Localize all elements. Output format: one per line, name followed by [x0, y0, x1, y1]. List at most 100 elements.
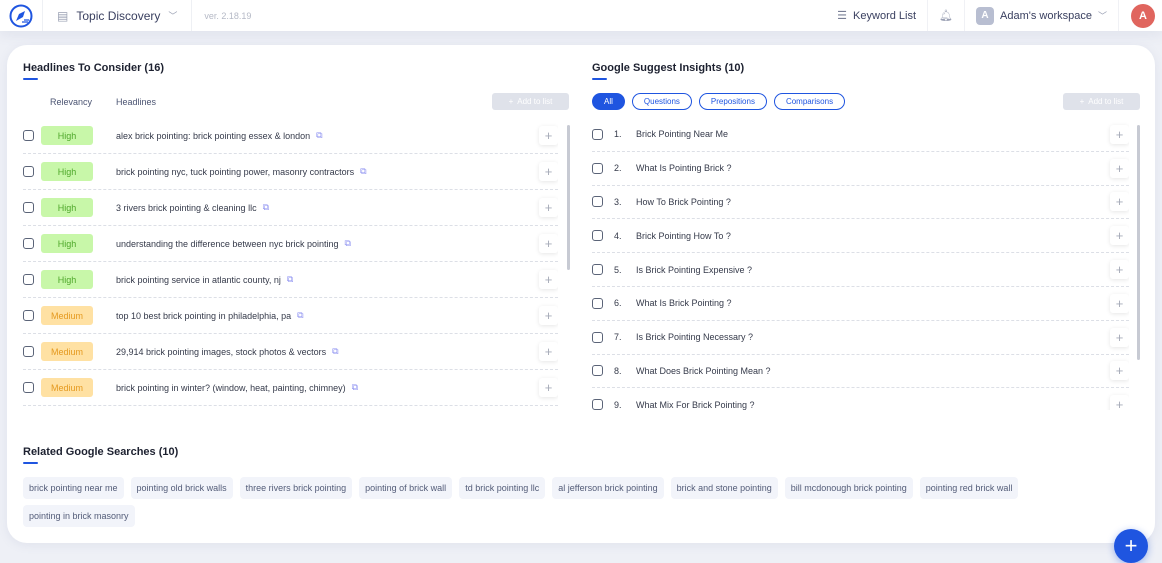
external-link-icon[interactable]: ⧉ [287, 274, 293, 285]
user-avatar[interactable]: A [1131, 3, 1155, 28]
add-row-button[interactable]: + [1110, 395, 1129, 410]
headline-row: High brick pointing service in atlantic c… [23, 262, 558, 298]
workspace-selector[interactable]: A Adam's workspace ﹀ [965, 0, 1119, 31]
suggestion-text: How To Brick Pointing ? [636, 196, 731, 207]
add-fab-button[interactable]: + [1114, 529, 1148, 563]
notifications-button[interactable]: 🔔︎ [928, 0, 965, 31]
suggest-row: 3. How To Brick Pointing ? + [592, 186, 1129, 220]
checkbox[interactable] [592, 365, 603, 377]
headline-link[interactable]: 3 rivers brick pointing & cleaning llc [116, 203, 257, 213]
add-row-button[interactable]: + [539, 342, 558, 361]
headline-link[interactable]: brick pointing nyc, tuck pointing power,… [116, 167, 354, 177]
filter-tab-comparisons[interactable]: Comparisons [773, 93, 846, 110]
add-row-button[interactable]: + [1110, 226, 1129, 246]
add-row-button[interactable]: + [1110, 293, 1129, 313]
related-search-chip[interactable]: pointing in brick masonry [23, 505, 135, 527]
version-label: ver. 2.18.19 [204, 10, 252, 21]
checkbox[interactable] [592, 162, 603, 174]
suggest-row: 4. Brick Pointing How To ? + [592, 219, 1129, 254]
filter-tab-all[interactable]: All [592, 93, 625, 110]
headlines-scrollbar[interactable] [567, 125, 570, 270]
app-logo[interactable] [0, 0, 43, 31]
headline-link[interactable]: top 10 best brick pointing in philadelph… [116, 311, 291, 321]
headline-link[interactable]: understanding the difference between nyc… [116, 239, 338, 249]
checkbox[interactable] [592, 399, 603, 410]
external-link-icon[interactable]: ⧉ [332, 346, 338, 357]
related-search-chip[interactable]: td brick pointing llc [459, 477, 546, 499]
list-icon: ☰ [837, 10, 848, 22]
related-searches: brick pointing near me pointing old brick… [23, 477, 1133, 527]
headline-row: Medium top 10 best brick pointing in phil… [23, 298, 558, 334]
checkbox[interactable] [23, 238, 34, 249]
checkbox[interactable] [23, 130, 34, 141]
checkbox[interactable] [592, 128, 603, 140]
related-search-chip[interactable]: three rivers brick pointing [239, 477, 353, 499]
keyword-list-button[interactable]: ☰ Keyword List [826, 0, 929, 31]
suggest-title: Google Suggest Insights (10) [592, 62, 745, 74]
headline-row: High 3 rivers brick pointing & cleaning l… [23, 190, 558, 226]
filter-tab-questions[interactable]: Questions [631, 93, 692, 110]
headline-link[interactable]: brick pointing service in atlantic count… [116, 275, 281, 285]
checkbox[interactable] [592, 230, 603, 242]
plus-icon: + [508, 97, 514, 106]
add-row-button[interactable]: + [1110, 124, 1129, 144]
suggest-scrollbar[interactable] [1137, 125, 1140, 360]
column-relevancy: Relevancy [50, 97, 93, 107]
add-row-button[interactable]: + [1110, 192, 1129, 212]
checkbox[interactable] [592, 331, 603, 343]
headline-row: Medium 29,914 brick pointing images, stoc… [23, 334, 558, 370]
external-link-icon[interactable]: ⧉ [352, 382, 358, 393]
headline-row: High understanding the difference between… [23, 226, 558, 262]
add-row-button[interactable]: + [539, 126, 558, 145]
checkbox[interactable] [592, 297, 603, 309]
external-link-icon[interactable]: ⧉ [344, 238, 350, 249]
related-search-chip[interactable]: pointing red brick wall [919, 477, 1019, 499]
headline-row: Medium [23, 406, 558, 408]
suggestion-text: What Is Brick Pointing ? [636, 298, 732, 309]
external-link-icon[interactable]: ⧉ [297, 310, 303, 321]
checkbox[interactable] [592, 196, 603, 208]
checkbox[interactable] [23, 346, 34, 357]
workspace-name: Adam's workspace [1000, 9, 1092, 22]
add-row-button[interactable]: + [1110, 327, 1129, 347]
add-row-button[interactable]: + [1110, 158, 1129, 178]
related-search-chip[interactable]: bill mcdonough brick pointing [784, 477, 913, 499]
headline-link[interactable]: alex brick pointing: brick pointing esse… [116, 131, 310, 141]
relevancy-badge: High [41, 126, 93, 145]
checkbox[interactable] [23, 382, 34, 393]
related-search-chip[interactable]: brick and stone pointing [670, 477, 778, 499]
related-search-chip[interactable]: pointing old brick walls [130, 477, 233, 499]
filter-tab-prepositions[interactable]: Prepositions [698, 93, 767, 110]
add-row-button[interactable]: + [1110, 260, 1129, 280]
checkbox[interactable] [592, 264, 603, 276]
headline-link[interactable]: brick pointing in winter? (window, heat,… [116, 383, 346, 393]
headlines-add-to-list-button[interactable]: + Add to list [492, 93, 569, 110]
add-row-button[interactable]: + [539, 198, 558, 217]
add-row-button[interactable]: + [1110, 361, 1129, 381]
add-row-button[interactable]: + [539, 270, 558, 289]
bell-icon: 🔔︎ [939, 10, 953, 22]
external-link-icon[interactable]: ⧉ [263, 202, 269, 213]
headline-link[interactable]: 29,914 brick pointing images, stock phot… [116, 347, 326, 357]
relevancy-badge: High [41, 270, 93, 289]
external-link-icon[interactable]: ⧉ [360, 166, 366, 177]
checkbox[interactable] [23, 274, 34, 285]
related-search-chip[interactable]: pointing of brick wall [359, 477, 453, 499]
tool-selector[interactable]: ▤ Topic Discovery ﹀ [43, 0, 193, 31]
row-number: 6. [614, 298, 622, 309]
suggest-row: 5. Is Brick Pointing Expensive ? + [592, 253, 1129, 287]
relevancy-badge: High [41, 234, 93, 253]
external-link-icon[interactable]: ⧉ [316, 130, 322, 141]
checkbox[interactable] [23, 310, 34, 321]
add-row-button[interactable]: + [539, 234, 558, 253]
suggest-add-to-list-button[interactable]: + Add to list [1063, 93, 1140, 110]
related-search-chip[interactable]: brick pointing near me [23, 477, 124, 499]
checkbox[interactable] [23, 202, 34, 213]
top-bar: ▤ Topic Discovery ﹀ ver. 2.18.19 ☰ Keywor… [0, 0, 1162, 31]
checkbox[interactable] [23, 166, 34, 177]
add-row-button[interactable]: + [539, 162, 558, 181]
row-number: 2. [614, 163, 622, 174]
related-search-chip[interactable]: al jefferson brick pointing [552, 477, 664, 499]
add-row-button[interactable]: + [539, 378, 558, 397]
add-row-button[interactable]: + [539, 306, 558, 325]
